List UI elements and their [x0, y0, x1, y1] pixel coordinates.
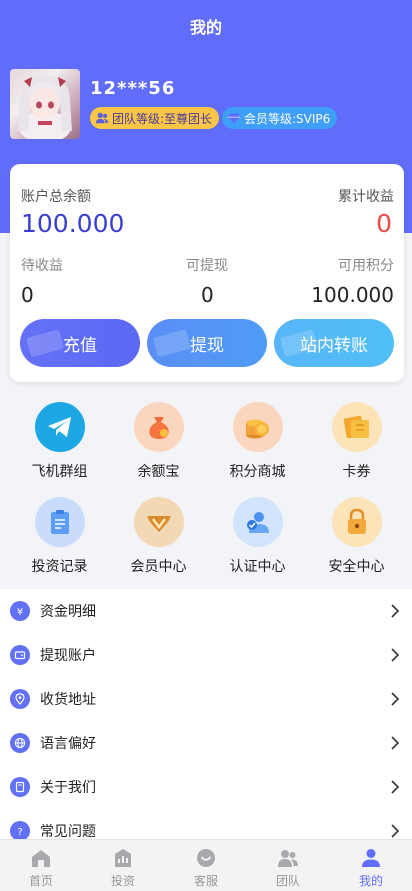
- verified-user-icon: [232, 497, 283, 547]
- tab-label: 首页: [28, 874, 53, 888]
- grid-item-label: 飞机群组: [31, 464, 88, 480]
- grid-item-points-mall[interactable]: 积分商城: [206, 390, 309, 485]
- crown-v-icon: [133, 497, 184, 547]
- clipboard-icon: [34, 497, 85, 547]
- tab-label: 投资: [110, 874, 135, 888]
- question-icon: ?: [10, 821, 30, 839]
- grid-item-telegram[interactable]: 飞机群组: [8, 390, 111, 485]
- grid-item-coupons[interactable]: 卡券: [305, 390, 408, 485]
- svg-text:?: ?: [17, 827, 22, 837]
- chevron-right-icon: [391, 780, 400, 794]
- diamond-icon: [227, 113, 241, 124]
- card-deco-icon: [280, 329, 318, 357]
- grid-item-label: 投资记录: [31, 559, 88, 575]
- bottom-tab-bar: 首页 投资 客服 团队 我的: [0, 839, 412, 891]
- menu-item-fund-details[interactable]: ¥ 资金明细: [0, 589, 412, 633]
- grid-item-yuebao[interactable]: 余额宝: [107, 390, 210, 485]
- account-card: 账户总余额 100.000 累计收益 0 待收益 0 可提现 0 可用积分 10…: [10, 164, 404, 382]
- menu-item-label: 关于我们: [40, 780, 96, 796]
- grid-item-label: 余额宝: [137, 464, 180, 480]
- grid-item-label: 会员中心: [130, 559, 187, 575]
- wallet-icon: [10, 645, 30, 665]
- withdrawable-value: 0: [201, 283, 214, 307]
- pending-income-label: 待收益: [21, 258, 63, 274]
- tab-label: 我的: [358, 874, 383, 888]
- team-level-badge: 团队等级:至尊团长: [90, 107, 220, 129]
- service-icon: [197, 849, 215, 867]
- grid-item-label: 卡券: [342, 464, 371, 480]
- card-deco-icon: [26, 329, 64, 357]
- user-icon: [362, 849, 380, 867]
- username: 12***56: [90, 78, 176, 99]
- avatar[interactable]: [10, 69, 80, 139]
- money-icon: ¥: [10, 601, 30, 621]
- globe-icon: [10, 733, 30, 753]
- tab-mine[interactable]: 我的: [330, 840, 412, 891]
- grid-item-member-center[interactable]: 会员中心: [107, 485, 210, 580]
- coins-icon: [232, 402, 283, 452]
- menu-item-shipping-address[interactable]: 收货地址: [0, 677, 412, 721]
- ticket-icon: [331, 402, 382, 452]
- settings-menu: ¥ 资金明细 提现账户 收货地址 语言偏好 关于我们 ? 常见问题: [0, 589, 412, 839]
- pending-income-value: 0: [21, 283, 34, 307]
- withdrawable-label: 可提现: [186, 258, 228, 274]
- tab-home[interactable]: 首页: [0, 840, 82, 891]
- chevron-right-icon: [391, 692, 400, 706]
- team-level-text: 团队等级:至尊团长: [112, 111, 213, 126]
- svg-text:¥: ¥: [17, 607, 23, 617]
- team-icon: [278, 850, 298, 867]
- menu-item-faq[interactable]: ? 常见问题: [0, 809, 412, 839]
- chevron-right-icon: [391, 736, 400, 750]
- card-deco-icon: [153, 329, 191, 357]
- cumulative-income-label: 累计收益: [338, 189, 394, 205]
- tab-label: 团队: [275, 874, 300, 888]
- home-icon: [32, 850, 50, 867]
- grid-item-investment-records[interactable]: 投资记录: [8, 485, 111, 580]
- grid-item-verification-center[interactable]: 认证中心: [206, 485, 309, 580]
- tab-invest[interactable]: 投资: [82, 840, 164, 891]
- info-book-icon: [10, 777, 30, 797]
- available-points-label: 可用积分: [338, 258, 394, 274]
- tab-service[interactable]: 客服: [165, 840, 247, 891]
- grid-item-label: 认证中心: [229, 559, 286, 575]
- recharge-label: 充值: [63, 335, 97, 356]
- menu-item-label: 常见问题: [40, 824, 96, 839]
- menu-item-label: 收货地址: [40, 692, 96, 708]
- withdraw-button[interactable]: 提现: [147, 319, 267, 367]
- feature-grid: 飞机群组 余额宝 积分商城 卡券 投资记录 会员中心 认证中心 安全中心: [0, 390, 412, 580]
- money-bag-icon: [133, 402, 184, 452]
- chevron-right-icon: [391, 648, 400, 662]
- chevron-right-icon: [391, 604, 400, 618]
- transfer-button[interactable]: 站内转账: [274, 319, 394, 367]
- total-balance-label: 账户总余额: [21, 189, 91, 205]
- cumulative-income-value: 0: [376, 209, 392, 238]
- tab-team[interactable]: 团队: [247, 840, 329, 891]
- avatar-image: [18, 75, 72, 139]
- telegram-icon: [34, 402, 85, 452]
- invest-icon: [115, 849, 131, 867]
- grid-item-security-center[interactable]: 安全中心: [305, 485, 408, 580]
- padlock-icon: [331, 497, 382, 547]
- grid-item-label: 积分商城: [229, 464, 286, 480]
- menu-item-label: 资金明细: [40, 604, 96, 620]
- grid-item-label: 安全中心: [328, 559, 385, 575]
- menu-item-language[interactable]: 语言偏好: [0, 721, 412, 765]
- available-points-value: 100.000: [311, 283, 394, 307]
- tab-label: 客服: [193, 874, 218, 888]
- withdraw-label: 提现: [190, 335, 224, 356]
- vip-level-text: 会员等级:SVIP6: [244, 111, 331, 126]
- vip-level-badge: 会员等级:SVIP6: [222, 107, 338, 129]
- menu-item-withdraw-account[interactable]: 提现账户: [0, 633, 412, 677]
- location-icon: [10, 689, 30, 709]
- chevron-right-icon: [391, 824, 400, 838]
- page-title: 我的: [189, 18, 222, 37]
- menu-item-about-us[interactable]: 关于我们: [0, 765, 412, 809]
- recharge-button[interactable]: 充值: [20, 319, 140, 367]
- total-balance-value: 100.000: [21, 209, 125, 238]
- team-icon: [95, 112, 109, 124]
- menu-item-label: 语言偏好: [40, 736, 96, 752]
- menu-item-label: 提现账户: [40, 648, 96, 664]
